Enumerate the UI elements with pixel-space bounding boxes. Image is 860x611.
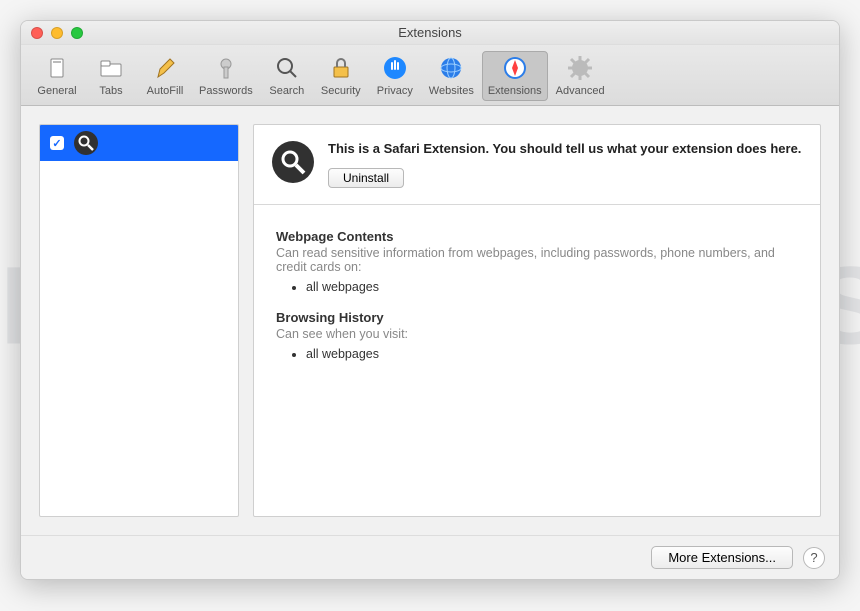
tab-label: Extensions [488, 85, 542, 97]
tab-advanced[interactable]: Advanced [550, 51, 611, 101]
pencil-icon [150, 53, 180, 83]
list-item: all webpages [306, 347, 798, 361]
tab-label: Security [321, 85, 361, 97]
section-title: Browsing History [276, 310, 798, 325]
tab-label: Tabs [99, 85, 122, 97]
sidebar-item-extension[interactable]: ✓ [40, 125, 238, 161]
tab-label: Websites [429, 85, 474, 97]
tab-label: General [37, 85, 76, 97]
close-icon[interactable] [31, 27, 43, 39]
section-desc: Can see when you visit: [276, 327, 798, 341]
detail-header: This is a Safari Extension. You should t… [254, 125, 820, 205]
more-extensions-button[interactable]: More Extensions... [651, 546, 793, 569]
extensions-sidebar: ✓ [39, 124, 239, 517]
lock-icon [326, 53, 356, 83]
tab-label: Privacy [377, 85, 413, 97]
permissions-body: Webpage Contents Can read sensitive info… [254, 205, 820, 401]
titlebar: Extensions [21, 21, 839, 45]
extension-detail-panel: This is a Safari Extension. You should t… [253, 124, 821, 517]
globe-icon [436, 53, 466, 83]
search-icon [272, 53, 302, 83]
tabs-icon [96, 53, 126, 83]
uninstall-button[interactable]: Uninstall [328, 168, 404, 188]
tab-security[interactable]: Security [315, 51, 367, 101]
tab-label: Passwords [199, 85, 253, 97]
tab-label: Advanced [556, 85, 605, 97]
window-title: Extensions [398, 25, 462, 40]
tab-passwords[interactable]: Passwords [193, 51, 259, 101]
tab-extensions[interactable]: Extensions [482, 51, 548, 101]
magnifier-icon [74, 131, 98, 155]
extension-description: This is a Safari Extension. You should t… [328, 141, 801, 158]
preferences-window: Extensions General Tabs AutoFill Pa [20, 20, 840, 580]
minimize-icon[interactable] [51, 27, 63, 39]
magnifier-icon [272, 141, 314, 183]
tab-search[interactable]: Search [261, 51, 313, 101]
hand-icon [380, 53, 410, 83]
maximize-icon[interactable] [71, 27, 83, 39]
section-title: Webpage Contents [276, 229, 798, 244]
preferences-toolbar: General Tabs AutoFill Passwords Search [21, 45, 839, 106]
key-icon [211, 53, 241, 83]
tab-autofill[interactable]: AutoFill [139, 51, 191, 101]
tab-label: Search [269, 85, 304, 97]
gear-icon [565, 53, 595, 83]
footer: More Extensions... ? [21, 535, 839, 579]
general-icon [42, 53, 72, 83]
list-item: all webpages [306, 280, 798, 294]
content-area: ✓ This is a Safari Extension. You should… [21, 106, 839, 535]
tab-privacy[interactable]: Privacy [369, 51, 421, 101]
tab-label: AutoFill [147, 85, 184, 97]
tab-general[interactable]: General [31, 51, 83, 101]
tab-tabs[interactable]: Tabs [85, 51, 137, 101]
tab-websites[interactable]: Websites [423, 51, 480, 101]
extension-enabled-checkbox[interactable]: ✓ [50, 136, 64, 150]
traffic-lights [31, 27, 83, 39]
section-desc: Can read sensitive information from webp… [276, 246, 798, 274]
compass-icon [500, 53, 530, 83]
help-button[interactable]: ? [803, 547, 825, 569]
